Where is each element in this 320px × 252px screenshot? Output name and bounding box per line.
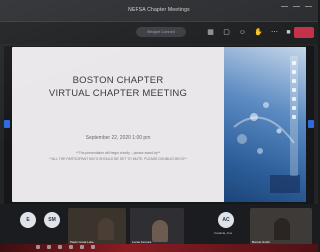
meeting-window: NEFSA Chapter Meetings Bridget Connell ▦… bbox=[0, 0, 318, 252]
browser-icon[interactable] bbox=[69, 245, 73, 249]
nefsa-logo bbox=[270, 175, 300, 193]
leave-button[interactable] bbox=[294, 27, 314, 38]
folder-icon[interactable] bbox=[58, 245, 62, 249]
participant-avatar[interactable]: E bbox=[20, 212, 36, 228]
minimize-icon[interactable] bbox=[281, 6, 288, 11]
participant-name: Candela, Ana bbox=[214, 231, 233, 235]
participant-video[interactable]: Bonnie Smith bbox=[250, 208, 312, 246]
hand-icon[interactable]: ✋ bbox=[254, 28, 263, 37]
color-icon[interactable] bbox=[292, 88, 296, 92]
eraser-icon[interactable] bbox=[292, 79, 296, 83]
grid-icon[interactable]: ▦ bbox=[206, 28, 215, 37]
start-icon[interactable] bbox=[36, 245, 40, 249]
slide-heading-line2: VIRTUAL CHAPTER MEETING bbox=[48, 88, 188, 99]
content-stage: BOSTON CHAPTER VIRTUAL CHAPTER MEETING S… bbox=[4, 46, 314, 204]
highlighter-icon[interactable] bbox=[292, 70, 296, 74]
annotation-toolbar bbox=[290, 56, 298, 176]
prev-slide-button[interactable] bbox=[4, 120, 10, 128]
slide-note-1: **The presentation will begin shortly – … bbox=[75, 151, 161, 155]
taskbar-icons bbox=[36, 245, 95, 249]
participant-video[interactable]: Lucas Ferreira bbox=[130, 208, 184, 246]
participant-avatar[interactable]: AC bbox=[218, 212, 234, 228]
camera-icon[interactable]: ■ bbox=[284, 28, 293, 37]
window-title: NEFSA Chapter Meetings bbox=[128, 7, 190, 13]
undo-icon[interactable] bbox=[292, 106, 296, 110]
presentation-slide: BOSTON CHAPTER VIRTUAL CHAPTER MEETING S… bbox=[12, 47, 306, 202]
next-slide-button[interactable] bbox=[308, 120, 314, 128]
person-silhouette bbox=[152, 220, 168, 242]
chat-icon[interactable]: ▢ bbox=[222, 28, 231, 37]
settings-icon[interactable] bbox=[292, 115, 296, 119]
pen-icon[interactable] bbox=[292, 61, 296, 65]
person-silhouette bbox=[98, 218, 114, 240]
more-icon[interactable]: ⋯ bbox=[270, 28, 279, 37]
laser-icon[interactable] bbox=[292, 97, 296, 101]
search-icon[interactable] bbox=[47, 245, 51, 249]
close-icon[interactable] bbox=[305, 6, 312, 11]
participant-video[interactable]: Paulo Costa Leite bbox=[68, 208, 126, 246]
window-controls bbox=[281, 6, 312, 11]
teams-icon[interactable] bbox=[91, 245, 95, 249]
maximize-icon[interactable] bbox=[293, 6, 300, 11]
slide-date: September 22, 2020 1:00 pm bbox=[85, 135, 151, 141]
people-icon[interactable]: ☺ bbox=[238, 28, 247, 37]
meeting-toolbar: Bridget Connell ▦ ▢ ☺ ✋ ⋯ ■ bbox=[0, 22, 318, 44]
participant-avatar[interactable]: SM bbox=[44, 212, 60, 228]
slide-note-2: **ALL THE PARTICIPANT MIC'S SHOULD BE SE… bbox=[49, 157, 187, 161]
title-bar: NEFSA Chapter Meetings bbox=[0, 0, 318, 22]
mail-icon[interactable] bbox=[80, 245, 84, 249]
presenter-pill[interactable]: Bridget Connell bbox=[136, 27, 186, 37]
slide-heading-line1: BOSTON CHAPTER bbox=[72, 75, 164, 86]
person-silhouette bbox=[274, 218, 290, 240]
